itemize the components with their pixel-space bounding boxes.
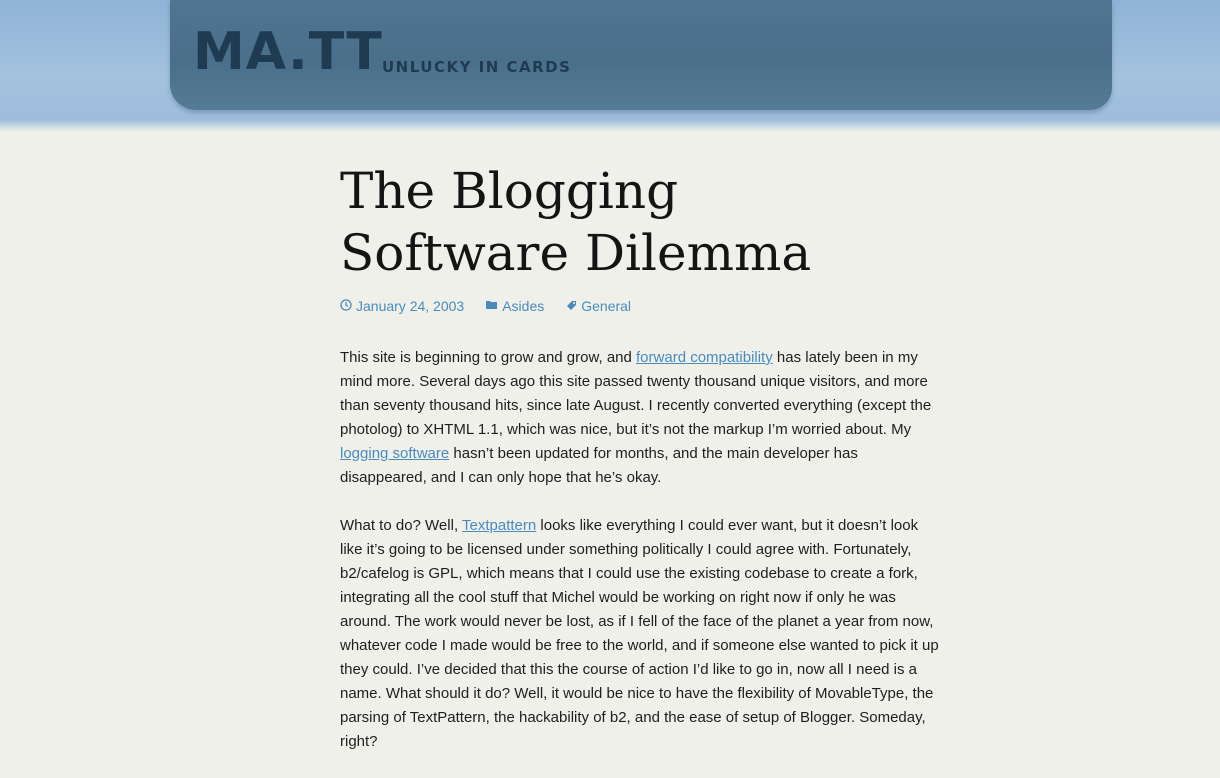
post-content: This site is beginning to grow and grow,… xyxy=(340,346,940,754)
paragraph-1: This site is beginning to grow and grow,… xyxy=(340,346,940,490)
post-title-line-1: The Blogging xyxy=(340,162,679,220)
post-date: January 24, 2003 xyxy=(340,298,464,314)
post-title: The Blogging Software Dilemma xyxy=(340,160,940,284)
logging-software-link[interactable]: logging software xyxy=(340,445,449,462)
paragraph-2: What to do? Well, Textpattern looks like… xyxy=(340,514,940,754)
tag-icon xyxy=(566,300,577,313)
header-edge xyxy=(0,120,1220,132)
post-format-link[interactable]: Asides xyxy=(502,298,544,314)
post-date-link[interactable]: January 24, 2003 xyxy=(356,298,464,314)
post: The Blogging Software Dilemma January 24… xyxy=(340,160,940,778)
post-title-line-2: Software Dilemma xyxy=(340,224,812,282)
paragraph-1-text-a: This site is beginning to grow and grow,… xyxy=(340,349,637,366)
post-meta: January 24, 2003 Asides General xyxy=(340,298,940,314)
textpattern-link[interactable]: Textpattern xyxy=(462,517,536,534)
forward-compatibility-link[interactable]: forward compatibility xyxy=(636,349,773,366)
folder-icon xyxy=(486,300,498,312)
clock-icon xyxy=(340,299,352,313)
site-description: UNLUCKY IN CARDS xyxy=(382,58,572,76)
post-tag-link[interactable]: General xyxy=(581,298,631,314)
paragraph-2-text-a: What to do? Well, xyxy=(340,517,463,534)
paragraph-2-text-b: looks like everything I could ever want,… xyxy=(340,517,939,750)
post-format: Asides xyxy=(486,298,544,314)
site-title[interactable]: MA.TT xyxy=(193,22,383,82)
post-tag: General xyxy=(566,298,631,314)
